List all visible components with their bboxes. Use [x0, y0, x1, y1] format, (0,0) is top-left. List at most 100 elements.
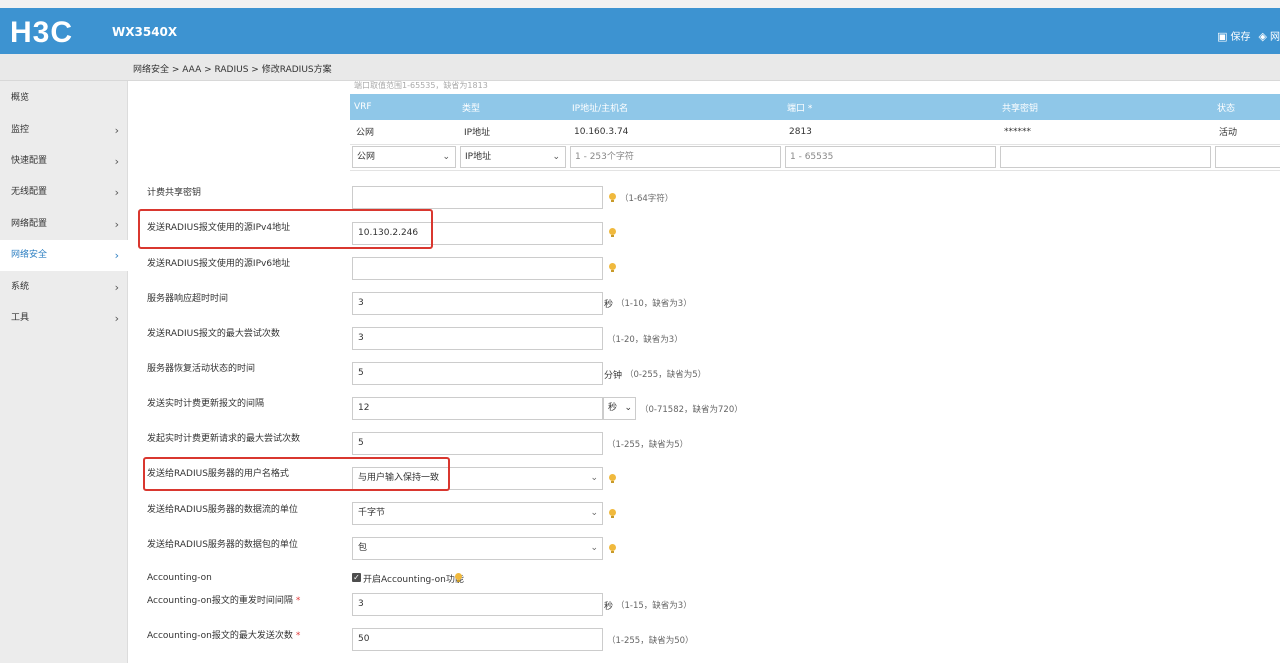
port-input[interactable]: 1 - 65535 — [785, 146, 996, 168]
realtime-retry-label: 发起实时计费更新请求的最大尝试次数 — [147, 434, 301, 444]
ip-input[interactable]: 1 - 253个字符 — [570, 146, 781, 168]
table-row[interactable]: 公网 IP地址 10.160.3.74 2813 ****** 活动 — [350, 120, 1280, 145]
src-ipv6-input[interactable] — [352, 257, 603, 280]
realtime-retry-hint: （1-255，缺省为5） — [607, 440, 689, 450]
h3c-logo: H3C — [10, 16, 74, 49]
chevron-right-icon: › — [114, 281, 119, 294]
realtime-interval-hint: （0-71582，缺省为720） — [640, 405, 743, 415]
sidebar-item-quick-config[interactable]: 快速配置 › — [0, 146, 128, 177]
unit-select-value: 秒 — [608, 403, 618, 413]
timeout-label: 服务器响应超时时间 — [147, 294, 229, 304]
app-header: H3C WX3540X ▣ 保存 ◈ 网 — [0, 8, 1280, 54]
sidebar-item-label: 网络安全 — [11, 250, 48, 260]
breadcrumb: 网络安全 > AAA > RADIUS > 修改RADIUS方案 — [133, 65, 332, 75]
acct-on-max-input[interactable]: 50 — [352, 628, 603, 651]
lightbulb-icon — [609, 263, 616, 273]
data-unit-select[interactable]: 千字节 ⌄ — [352, 502, 603, 525]
save-icon: ▣ — [1217, 30, 1228, 43]
acct-on-max-label: Accounting-on报文的最大发送次数 * — [147, 628, 300, 641]
lightbulb-icon — [609, 228, 616, 238]
accounting-on-checkbox[interactable]: ✓ — [352, 573, 361, 582]
col-key: 共享密钥 — [998, 94, 1213, 120]
lightbulb-icon — [609, 509, 616, 519]
timeout-hint: （1-10，缺省为3） — [616, 299, 692, 309]
sidebar-item-label: 无线配置 — [11, 187, 48, 197]
network-button[interactable]: ◈ 网 — [1259, 28, 1280, 43]
accounting-on-checkbox-label: 开启Accounting-on功能 — [363, 575, 464, 585]
required-asterisk: * — [295, 631, 301, 641]
retry-input[interactable]: 3 — [352, 327, 603, 350]
acct-on-interval-hint: （1-15，缺省为3） — [616, 601, 692, 611]
chevron-down-icon: ⌄ — [442, 152, 450, 162]
save-label: 保存 — [1230, 32, 1251, 43]
sidebar-item-wireless[interactable]: 无线配置 › — [0, 177, 128, 208]
realtime-interval-label: 发送实时计费更新报文的间隔 — [147, 399, 265, 409]
device-model: WX3540X — [112, 25, 178, 39]
col-vrf: VRF — [350, 94, 458, 120]
chevron-right-icon: › — [114, 218, 119, 231]
vrf-select[interactable]: 公网 ⌄ — [352, 146, 456, 168]
chevron-down-icon: ⌄ — [590, 543, 598, 553]
highlight-box-src-ipv4 — [138, 209, 433, 249]
type-select[interactable]: IP地址 ⌄ — [460, 146, 566, 168]
type-select-value: IP地址 — [465, 152, 492, 162]
sidebar-item-system[interactable]: 系统 › — [0, 272, 128, 303]
restore-time-unit: 分钟 — [604, 371, 623, 381]
key-input[interactable] — [1000, 146, 1211, 168]
sidebar-item-tools[interactable]: 工具 › — [0, 303, 128, 334]
table-header-row: VRF 类型 IP地址/主机名 端口 * 共享密钥 状态 — [350, 94, 1280, 120]
lightbulb-icon — [455, 573, 462, 583]
timeout-input[interactable]: 3 — [352, 292, 603, 315]
cell-status: 活动 — [1213, 120, 1280, 145]
acct-key-label: 计费共享密钥 — [147, 188, 202, 198]
accounting-on-label: Accounting-on — [147, 573, 212, 583]
packet-unit-select[interactable]: 包 ⌄ — [352, 537, 603, 560]
chevron-down-icon: ⌄ — [552, 152, 560, 162]
realtime-interval-unit-select[interactable]: 秒 ⌄ — [603, 397, 636, 420]
realtime-retry-input[interactable]: 5 — [352, 432, 603, 455]
restore-time-label: 服务器恢复活动状态的时间 — [147, 364, 256, 374]
col-status: 状态 — [1213, 94, 1280, 120]
sidebar-item-label: 概览 — [11, 93, 30, 103]
acct-on-interval-input[interactable]: 3 — [352, 593, 603, 616]
required-asterisk: * — [295, 596, 301, 606]
data-unit-label: 发送给RADIUS服务器的数据流的单位 — [147, 505, 298, 515]
port-range-hint-cut: 端口取值范围1-65535，缺省为1813 — [354, 81, 488, 90]
chevron-right-icon: › — [114, 312, 119, 325]
cell-type: IP地址 — [458, 120, 568, 145]
sidebar-item-security[interactable]: 网络安全 › — [0, 240, 128, 271]
chevron-down-icon: ⌄ — [590, 508, 598, 518]
packet-unit-value: 包 — [358, 543, 368, 553]
lightbulb-icon — [609, 193, 616, 203]
table-edit-row: 公网 ⌄ IP地址 ⌄ 1 - 253个字符 1 - 65535 — [350, 144, 1280, 171]
status-cell — [1215, 146, 1280, 168]
sidebar-item-network[interactable]: 网络配置 › — [0, 209, 128, 240]
cube-icon: ◈ — [1258, 30, 1267, 43]
col-type: 类型 — [458, 94, 568, 120]
sidebar-item-monitor[interactable]: 监控 › — [0, 115, 128, 146]
cell-ip: 10.160.3.74 — [568, 120, 783, 145]
col-port: 端口 * — [783, 94, 998, 120]
lightbulb-icon — [609, 544, 616, 554]
restore-time-input[interactable]: 5 — [352, 362, 603, 385]
sidebar-item-label: 系统 — [11, 282, 30, 292]
chevron-right-icon: › — [114, 124, 119, 137]
cell-vrf: 公网 — [350, 120, 458, 145]
chevron-down-icon: ⌄ — [624, 403, 632, 413]
sidebar-item-label: 工具 — [11, 313, 30, 323]
chevron-right-icon: › — [114, 155, 119, 168]
acct-key-input[interactable] — [352, 186, 603, 209]
acct-on-interval-label-text: Accounting-on报文的重发时间间隔 — [147, 596, 293, 606]
acct-on-interval-unit: 秒 — [604, 602, 614, 612]
realtime-interval-input[interactable]: 12 — [352, 397, 603, 420]
sidebar-item-overview[interactable]: 概览 — [0, 83, 128, 114]
chevron-right-icon: › — [114, 249, 119, 262]
data-unit-value: 千字节 — [358, 508, 386, 518]
chevron-down-icon: ⌄ — [590, 473, 598, 483]
server-table: VRF 类型 IP地址/主机名 端口 * 共享密钥 状态 公网 IP地址 10.… — [350, 94, 1280, 171]
browser-top-strip — [0, 0, 1280, 8]
save-button[interactable]: ▣ 保存 — [1217, 28, 1250, 43]
timeout-unit: 秒 — [604, 300, 614, 310]
sidebar: 概览 监控 › 快速配置 › 无线配置 › 网络配置 › 网络安全 › 系统 › 工具 › — [0, 81, 128, 663]
vrf-select-value: 公网 — [357, 152, 376, 162]
